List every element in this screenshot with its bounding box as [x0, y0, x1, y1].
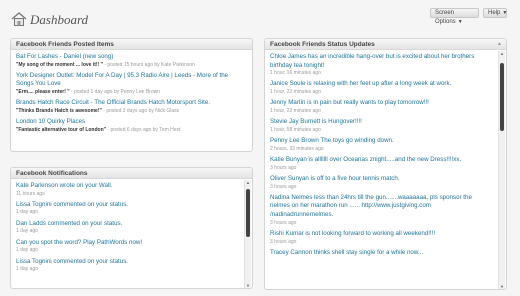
posted-item-quote: "Thinks Brands Hatch is awesome!": [16, 107, 102, 114]
status-updates-scrollbar[interactable]: ▲ ▼: [498, 51, 505, 289]
notifications-scrollbar[interactable]: ▲ ▼: [244, 180, 251, 288]
chevron-down-icon: ▼: [502, 10, 508, 16]
notification-link[interactable]: Dan Ladds commented on your status.: [16, 220, 236, 229]
notifications-widget: Facebook Notifications Kate Parkinson wr…: [10, 167, 253, 289]
posted-item: York Designer Outlet: Model For A Day | …: [16, 72, 246, 96]
posted-item-quote: "Fantastic alternative tour of London": [16, 126, 107, 133]
widget-header[interactable]: Facebook Notifications: [11, 168, 252, 179]
help-button[interactable]: Help ▼: [483, 8, 507, 18]
posted-item-excerpt: "Erm.... please enter! " - posted 1 day …: [16, 89, 246, 96]
notifications-list: Kate Parkinson wrote on your Wall. 11 ho…: [11, 179, 252, 273]
posted-item-quote: "Erm.... please enter! ": [16, 89, 70, 96]
status-time: 2 hours, 33 minutes ago: [270, 145, 324, 152]
posted-items-list: Bat For Lashes - Daniel (new song) "My s…: [11, 50, 252, 134]
status-time: 3 hours ago: [270, 164, 297, 171]
widget-header[interactable]: Facebook Friends Posted Items: [11, 39, 252, 50]
posted-item-link[interactable]: Bat For Lashes - Daniel (new song): [16, 53, 246, 62]
posted-item: Brands Hatch Race Circuit - The Official…: [16, 99, 246, 115]
posted-item-link[interactable]: Brands Hatch Race Circuit - The Official…: [16, 99, 246, 108]
posted-item-link[interactable]: York Designer Outlet: Model For A Day | …: [16, 72, 246, 89]
status-time: 1 hour, 22 minutes ago: [270, 107, 321, 114]
status-time: 3 hours ago: [270, 183, 297, 190]
status-link[interactable]: Oliver Sunyan is off to a five hour tenn…: [270, 175, 490, 184]
status-link[interactable]: Tracey Cannon thinks shell stay single f…: [270, 249, 490, 258]
status-updates-list: Chloe James has an incredible hang-over …: [265, 50, 506, 257]
status-link[interactable]: Nadina Nelmes less than 24hrs till the g…: [270, 194, 490, 220]
posted-item-excerpt: "Fantastic alternative tour of London" -…: [16, 127, 246, 134]
notification-time: 1 day ago: [16, 247, 38, 254]
status-time: 1 hour, 22 minutes ago: [270, 89, 321, 96]
status-time: 3 hours ago: [270, 238, 297, 245]
posted-item-meta: - posted 3 days ago by Nick Glass: [101, 107, 180, 114]
status-link[interactable]: Janice Soule is relaxing with her feet u…: [270, 80, 490, 89]
posted-item-meta: - posted 6 days ago by Tom Hext: [106, 126, 181, 133]
posted-item-meta: - posted 1 day ago by Penny Lee Brown: [69, 89, 160, 96]
status-time: 3 hours ago: [270, 219, 297, 226]
header: Dashboard Screen Options ▼ Help ▼: [0, 0, 520, 34]
status-link[interactable]: Katie Bunyan is alllllll over Oceanas zn…: [270, 156, 490, 165]
scroll-down-icon[interactable]: ▼: [245, 283, 251, 288]
posted-item: London 10 Quirky Places "Fantastic alter…: [16, 118, 246, 134]
status-link[interactable]: Stevie Jay Burnett is Hungover!!!!: [270, 118, 490, 127]
posted-items-widget: Facebook Friends Posted Items Bat For La…: [10, 38, 253, 152]
scroll-up-icon[interactable]: ▲: [245, 180, 251, 185]
status-updates-widget: Facebook Friends Status Updates ▲ Chloe …: [264, 38, 507, 290]
scroll-up-icon[interactable]: ▲: [499, 51, 505, 56]
widget-title: Facebook Notifications: [16, 170, 88, 177]
notification-link[interactable]: Lissa Tognini commented on your status.: [16, 201, 236, 210]
posted-item-meta: - posted 15 hours ago by Kate Parkinson: [102, 61, 195, 68]
scrollbar-thumb[interactable]: [246, 189, 250, 237]
collapse-toggle-icon[interactable]: ▲: [497, 39, 502, 50]
screen-options-label: Screen Options: [435, 10, 456, 25]
widget-header[interactable]: Facebook Friends Status Updates ▲: [265, 39, 506, 50]
chevron-down-icon: ▼: [457, 19, 463, 25]
page-title: Dashboard: [30, 12, 89, 27]
help-label: Help: [488, 10, 501, 16]
notification-time: 1 day ago: [16, 228, 38, 235]
scrollbar-thumb[interactable]: [500, 63, 504, 131]
notification-link[interactable]: Can you spot the word? Play PathWords no…: [16, 239, 236, 248]
posted-item-excerpt: "Thinks Brands Hatch is awesome!" - post…: [16, 108, 246, 115]
notification-link[interactable]: Lissa Tognini commented on your status.: [16, 258, 236, 267]
scroll-down-icon[interactable]: ▼: [499, 284, 505, 289]
status-link[interactable]: Penny Lee Brown The toys go winding down…: [270, 137, 490, 146]
widget-title: Facebook Friends Status Updates: [270, 41, 375, 48]
widget-title: Facebook Friends Posted Items: [16, 41, 114, 48]
status-link[interactable]: Chloe James has an incredible hang-over …: [270, 53, 490, 70]
home-icon: [11, 12, 27, 26]
screen-options-button[interactable]: Screen Options ▼: [430, 8, 479, 25]
notification-link[interactable]: Kate Parkinson wrote on your Wall.: [16, 182, 236, 191]
posted-item-link[interactable]: London 10 Quirky Places: [16, 118, 246, 127]
status-time: 1 hour, 16 minutes ago: [270, 70, 321, 77]
posted-item-quote: "My song of the moment ... love it!! ": [16, 61, 103, 68]
notification-time: 1 day ago: [16, 266, 38, 273]
posted-item-excerpt: "My song of the moment ... love it!! " -…: [16, 62, 246, 69]
status-link[interactable]: Jenny Martin is in pain but really wants…: [270, 99, 490, 108]
status-link[interactable]: Rishi Kumar is not looking forward to wo…: [270, 230, 490, 239]
posted-item: Bat For Lashes - Daniel (new song) "My s…: [16, 53, 246, 69]
notification-time: 1 day ago: [16, 209, 38, 216]
notification-time: 11 hours ago: [16, 190, 45, 197]
status-time: 1 hour, 58 minutes ago: [270, 126, 321, 133]
